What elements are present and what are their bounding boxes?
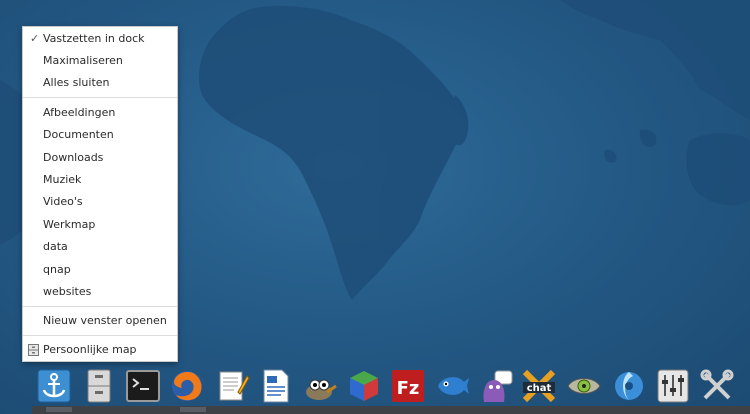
menu-item-maximize[interactable]: Maximaliseren xyxy=(23,51,177,71)
menu-item-pin-to-dock[interactable]: ✓ Vastzetten in dock xyxy=(23,29,177,49)
menu-item-home-folder[interactable]: Persoonlijke map xyxy=(23,340,177,360)
menu-item-label: Werkmap xyxy=(43,218,96,231)
pidgin-icon[interactable] xyxy=(478,368,514,404)
dock-running-strip xyxy=(32,406,750,414)
writer-document-icon[interactable] xyxy=(258,368,294,404)
menu-item-label: Nieuw venster openen xyxy=(43,314,167,327)
menu-item-place-werkmap[interactable]: Werkmap xyxy=(23,215,177,235)
menu-separator xyxy=(23,97,177,98)
cube-app-icon[interactable] xyxy=(346,368,382,404)
menu-item-place-downloads[interactable]: Downloads xyxy=(23,148,177,168)
file-cabinet-icon xyxy=(28,344,39,356)
gimp-icon[interactable] xyxy=(301,368,337,404)
menu-separator xyxy=(23,335,177,336)
tools-icon[interactable] xyxy=(699,368,735,404)
terminal-icon[interactable] xyxy=(125,368,161,404)
menu-item-label: qnap xyxy=(43,263,71,276)
text-editor-icon[interactable] xyxy=(214,368,250,404)
menu-item-label: Maximaliseren xyxy=(43,54,123,67)
menu-item-label: Muziek xyxy=(43,173,82,186)
file-cabinet-icon[interactable] xyxy=(81,368,117,404)
menu-item-label: Documenten xyxy=(43,128,114,141)
menu-item-place-pictures[interactable]: Afbeeldingen xyxy=(23,103,177,123)
menu-item-place-documents[interactable]: Documenten xyxy=(23,125,177,145)
menu-item-label: Afbeeldingen xyxy=(43,106,116,119)
menu-item-place-data[interactable]: data xyxy=(23,237,177,257)
running-indicator xyxy=(180,407,206,412)
anchor-dock-icon[interactable] xyxy=(36,368,72,404)
settings-panel-icon[interactable] xyxy=(655,368,691,404)
running-indicator xyxy=(46,407,72,412)
firefox-icon[interactable] xyxy=(169,368,205,404)
menu-item-close-all[interactable]: Alles sluiten xyxy=(23,73,177,93)
menu-item-label: data xyxy=(43,240,68,253)
menu-item-place-qnap[interactable]: qnap xyxy=(23,260,177,280)
menu-item-label: Video's xyxy=(43,195,83,208)
fish-app-icon[interactable] xyxy=(434,368,470,404)
menu-separator xyxy=(23,306,177,307)
menu-item-new-window[interactable]: Nieuw venster openen xyxy=(23,311,177,331)
dock-context-menu: ✓ Vastzetten in dock Maximaliseren Alles… xyxy=(22,26,178,362)
menu-item-label: Alles sluiten xyxy=(43,76,110,89)
filezilla-icon[interactable]: Fz xyxy=(390,368,426,404)
shotwell-icon[interactable] xyxy=(611,368,647,404)
menu-item-place-videos[interactable]: Video's xyxy=(23,192,177,212)
menu-item-place-music[interactable]: Muziek xyxy=(23,170,177,190)
menu-item-label: Vastzetten in dock xyxy=(43,32,145,45)
menu-item-place-websites[interactable]: websites xyxy=(23,282,177,302)
eye-gear-icon[interactable] xyxy=(566,368,602,404)
menu-item-label: Downloads xyxy=(43,151,104,164)
xchat-icon[interactable]: chat xyxy=(521,368,557,404)
menu-item-label: websites xyxy=(43,285,92,298)
menu-item-label: Persoonlijke map xyxy=(43,343,137,356)
xchat-label: chat xyxy=(527,383,552,394)
filezilla-label: Fz xyxy=(397,378,420,399)
checkmark-icon: ✓ xyxy=(30,32,40,45)
